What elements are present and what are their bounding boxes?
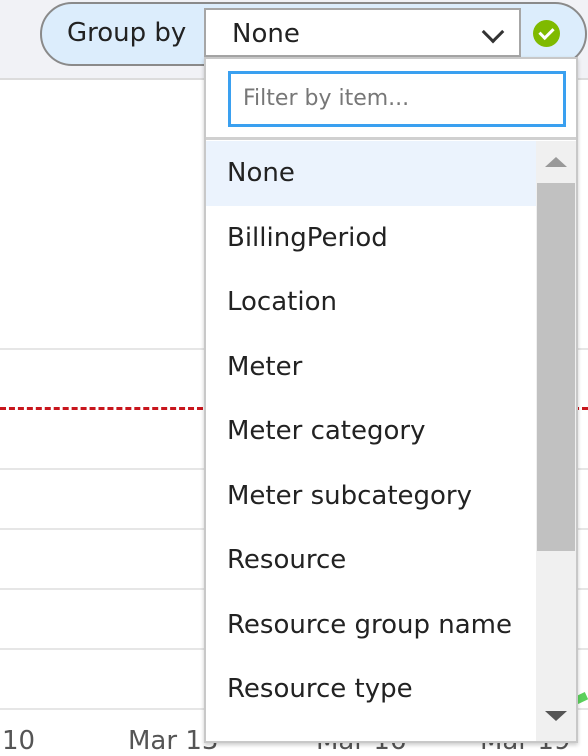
option-meter[interactable]: Meter [206,335,536,400]
scroll-down-arrow-icon[interactable] [545,711,567,721]
option-location[interactable]: Location [206,270,536,335]
option-meter-subcategory[interactable]: Meter subcategory [206,464,536,529]
option-billing-period[interactable]: BillingPeriod [206,206,536,271]
chevron-down-icon [481,20,505,44]
group-by-label: Group by [67,18,187,48]
scrollbar[interactable] [536,141,576,741]
scroll-up-arrow-icon[interactable] [545,157,567,167]
option-none[interactable]: None [206,141,536,206]
selected-value: None [232,19,300,49]
group-by-select[interactable]: None [204,8,521,57]
option-meter-category[interactable]: Meter category [206,399,536,464]
option-resource-group-name[interactable]: Resource group name [206,593,536,658]
option-resource-type[interactable]: Resource type [206,657,536,722]
divider [206,137,576,140]
x-tick-label: 10 [2,726,36,756]
group-by-dropdown: Filter by item... None BillingPeriod Loc… [204,57,578,743]
scrollbar-thumb[interactable] [537,183,575,551]
options-list: None BillingPeriod Location Meter Meter … [206,141,536,722]
filter-input[interactable]: Filter by item... [228,71,566,127]
check-circle-icon[interactable] [533,20,560,47]
option-resource[interactable]: Resource [206,528,536,593]
